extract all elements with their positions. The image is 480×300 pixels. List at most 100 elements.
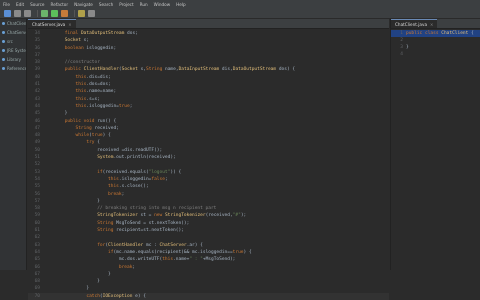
line-number: 35 — [34, 38, 40, 44]
code-line[interactable]: 45 } — [28, 110, 389, 117]
tree-item[interactable]: Referenced — [0, 64, 26, 73]
code-line[interactable]: 38 //constructor — [28, 59, 389, 66]
code-area-right[interactable]: 1 public class ChatClient {2 3} 4 — [391, 30, 480, 58]
code-line[interactable]: 57 } — [28, 198, 389, 205]
code-line[interactable]: 50 received =dis.readUTF(); — [28, 147, 389, 154]
tree-item[interactable]: ChatClient — [0, 19, 26, 28]
code-line[interactable]: 34 final DataOutputStream dos; — [28, 30, 389, 37]
folder-icon — [2, 67, 5, 70]
line-number: 64 — [34, 249, 40, 255]
code-line[interactable]: 42 this.name=name; — [28, 88, 389, 95]
code-line[interactable]: 59 StringTokenizer st = new StringTokeni… — [28, 212, 389, 219]
line-number: 50 — [34, 147, 40, 153]
close-icon[interactable]: × — [430, 22, 433, 27]
code-line[interactable]: 61 String recipient=st.nextToken(); — [28, 227, 389, 234]
line-number: 67 — [34, 271, 40, 277]
code-line[interactable]: 43 this.s=s; — [28, 96, 389, 103]
line-number: 42 — [34, 89, 40, 95]
code-line[interactable]: 69 } — [28, 285, 389, 292]
new-icon[interactable] — [4, 9, 11, 17]
code-line[interactable]: 53 if(received.equals("logout")) { — [28, 169, 389, 176]
menu-item[interactable]: Window — [151, 2, 174, 7]
menu-item[interactable]: Project — [116, 2, 136, 7]
code-text: this.name=name; — [75, 89, 117, 95]
code-text: for(ClientHandler mc : ChatServer.ar) { — [97, 242, 203, 248]
code-line[interactable]: 55 this.s.close(); — [28, 183, 389, 190]
code-line[interactable]: 3} — [391, 44, 480, 51]
tree-item-label: Library — [7, 57, 21, 62]
code-line[interactable]: 70 catch(IOException e) { — [28, 292, 389, 300]
external-tools-icon[interactable] — [61, 9, 68, 17]
code-line[interactable]: 44 this.isloggedin=true; — [28, 103, 389, 110]
code-line[interactable]: 36 boolean isloggedin; — [28, 45, 389, 52]
code-line[interactable]: 48 while(true) { — [28, 132, 389, 139]
tab-chatclient[interactable]: ChatClient.java × — [391, 19, 438, 28]
code-line[interactable]: 37 — [28, 52, 389, 59]
code-line[interactable]: 64 if(mc.name.equals(recipient)&& mc.isl… — [28, 249, 389, 256]
code-line[interactable]: 47 String received; — [28, 125, 389, 132]
tree-item[interactable]: src — [0, 37, 26, 46]
code-text: public void run() { — [64, 118, 117, 124]
code-line[interactable]: 46 public void run() { — [28, 118, 389, 125]
line-number: 40 — [34, 74, 40, 80]
code-text: } — [43, 286, 90, 292]
code-line[interactable]: 39 public ClientHandler(Socket s,String … — [28, 66, 389, 73]
menu-item[interactable]: Help — [173, 2, 189, 7]
tree-item[interactable]: ChatServer — [0, 28, 26, 37]
line-number: 48 — [34, 133, 40, 139]
code-line[interactable]: 52 — [28, 161, 389, 168]
tree-item[interactable]: Library — [0, 55, 26, 64]
debug-icon[interactable] — [41, 9, 48, 17]
menu-item[interactable]: Run — [137, 2, 151, 7]
code-text: this.s.close(); — [108, 184, 149, 190]
tab-label: ChatClient.java — [395, 21, 428, 27]
code-text: } — [43, 111, 68, 117]
code-line[interactable]: 2 — [391, 37, 480, 44]
code-line[interactable]: 35 Socket s; — [28, 37, 389, 44]
menu-item[interactable]: File — [0, 2, 13, 7]
tree-item-label: JRE System — [7, 48, 26, 53]
code-line[interactable]: 4 — [391, 51, 480, 58]
line-number: 37 — [34, 52, 40, 58]
code-line[interactable]: 62 — [28, 234, 389, 241]
tab-chatserver[interactable]: ChatServer.java × — [28, 19, 76, 28]
code-line[interactable]: 58 // breaking string into msg n recipie… — [28, 205, 389, 212]
code-line[interactable]: 65 mc.dos.writeUTF(this.name+" : "+MsgTo… — [28, 256, 389, 263]
code-text: this.dis=dis; — [75, 74, 111, 80]
code-line[interactable]: 68 } — [28, 278, 389, 285]
menu-item[interactable]: Navigate — [71, 2, 96, 7]
toolbar-separator — [37, 9, 38, 17]
save-icon[interactable] — [14, 9, 21, 17]
main-editor[interactable]: ChatServer.java × 34 final DataOutputStr… — [28, 19, 389, 300]
code-line[interactable]: 51 System.out.println(received); — [28, 154, 389, 161]
line-number: 56 — [34, 191, 40, 197]
code-area[interactable]: 34 final DataOutputStream dos; 35 Socket … — [28, 30, 389, 300]
menu-item[interactable]: Edit — [13, 2, 27, 7]
code-line[interactable]: 63 for(ClientHandler mc : ChatServer.ar)… — [28, 242, 389, 249]
code-text: while(true) { — [75, 133, 111, 139]
line-number: 55 — [34, 184, 40, 190]
code-line[interactable]: 41 this.dos=dos; — [28, 81, 389, 88]
search-icon[interactable] — [88, 9, 95, 17]
code-line[interactable]: 54 this.isloggedin=false; — [28, 176, 389, 183]
line-number: 52 — [34, 162, 40, 168]
code-line[interactable]: 49 try { — [28, 139, 389, 146]
code-line[interactable]: 56 break; — [28, 191, 389, 198]
code-text: catch(IOException e) { — [86, 293, 146, 299]
code-line[interactable]: 60 String MsgToSend = st.nextToken(); — [28, 220, 389, 227]
menu-item[interactable]: Source — [27, 2, 47, 7]
line-number: 59 — [34, 213, 40, 219]
code-line[interactable]: 40 this.dis=dis; — [28, 74, 389, 81]
code-text: } — [43, 271, 111, 277]
secondary-editor[interactable]: ChatClient.java × 1 public class ChatClie… — [390, 19, 480, 270]
print-icon[interactable] — [24, 9, 31, 17]
code-text: // breaking string into msg n recipient … — [97, 206, 217, 212]
code-line[interactable]: 67 } — [28, 271, 389, 278]
open-type-icon[interactable] — [78, 9, 85, 17]
close-icon[interactable]: × — [68, 22, 71, 27]
run-icon[interactable] — [51, 9, 58, 17]
code-line[interactable]: 1 public class ChatClient { — [391, 30, 480, 37]
menu-item[interactable]: Search — [96, 2, 116, 7]
menu-item[interactable]: Refactor — [48, 2, 72, 7]
tree-item[interactable]: JRE System — [0, 46, 26, 55]
